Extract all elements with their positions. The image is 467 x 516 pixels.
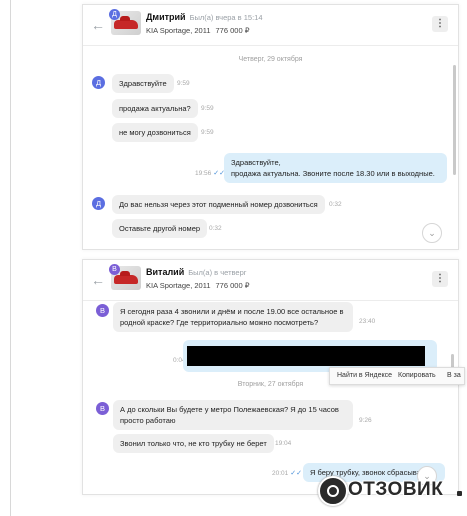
car-price: 776 000 ₽: [215, 281, 250, 290]
kebab-menu-icon[interactable]: ⋮: [432, 16, 448, 32]
user-avatar: Д: [92, 76, 105, 89]
back-arrow-icon[interactable]: ←: [91, 17, 105, 33]
last-seen-status: Был(а) в четверг: [188, 268, 247, 277]
message-time: 9:59: [201, 105, 214, 112]
menu-item-more[interactable]: В за: [447, 372, 463, 379]
message-time: 0:32: [209, 225, 222, 232]
last-seen-status: Был(а) вчера в 15:14: [189, 13, 263, 22]
contact-name[interactable]: Виталий Был(а) в четверг: [146, 267, 246, 277]
car-price: 776 000 ₽: [215, 26, 250, 35]
message-bubble: не могу дозвониться: [112, 123, 198, 142]
message-bubble: А до скольки Вы будете у метро Полежаевс…: [113, 400, 353, 430]
message-bubble: Здравствуйте: [112, 74, 174, 93]
chat-header: ← В Виталий Был(а) в четверг KIA Sportage…: [83, 260, 458, 301]
message-time: 23:40: [359, 318, 376, 325]
message-bubble: Оставьте другой номер: [112, 219, 208, 238]
message-time: 0:32: [329, 201, 342, 208]
user-avatar: В: [109, 264, 120, 275]
message-bubble: Звонил только что, не кто трубку не бере…: [113, 434, 274, 453]
watermark-text: ОТЗОВИК: [348, 479, 444, 500]
chevron-down-icon[interactable]: ⌄: [422, 223, 442, 243]
message-time: 9:26: [359, 417, 372, 424]
message-bubble: продажа актуальна?: [112, 99, 198, 118]
contact-name[interactable]: Дмитрий Был(а) вчера в 15:14: [146, 12, 263, 22]
date-separator: Четверг, 29 октября: [238, 56, 303, 63]
otzovik-watermark: ОТЗОВИК: [318, 476, 464, 506]
menu-item-find-yandex[interactable]: Найти в Яндексе: [337, 372, 392, 379]
chat-panel-dmitry: ← Д Дмитрий Был(а) вчера в 15:14 KIA Spor…: [82, 4, 459, 250]
otzovik-logo-icon: [318, 476, 348, 506]
message-bubble-outgoing: Здравствуйте, продажа актуальна. Звоните…: [224, 153, 447, 183]
double-check-icon: ✓✓: [290, 470, 303, 477]
message-time: 20:01 ✓✓: [272, 470, 303, 477]
user-avatar: Д: [92, 197, 105, 210]
page-left-border: [10, 0, 11, 516]
back-arrow-icon[interactable]: ←: [91, 272, 105, 288]
redacted-message-text: [187, 346, 425, 366]
context-menu: Найти в Яндексе Копировать В за: [329, 367, 465, 385]
menu-item-copy[interactable]: Копировать: [398, 372, 436, 379]
listing-info: KIA Sportage, 2011 776 000 ₽: [146, 281, 249, 290]
message-bubble: До вас нельзя через этот подменный номер…: [112, 195, 325, 214]
car-title: KIA Sportage, 2011: [146, 26, 211, 35]
message-time: 19:04: [275, 440, 292, 447]
listing-info: KIA Sportage, 2011 776 000 ₽: [146, 26, 249, 35]
car-title: KIA Sportage, 2011: [146, 281, 211, 290]
user-avatar: В: [96, 402, 109, 415]
message-bubble: Я сегодня раза 4 звонили и днём и после …: [113, 302, 353, 332]
user-avatar: В: [96, 304, 109, 317]
message-time: 19:56 ✓✓: [195, 170, 226, 177]
chat-header: ← Д Дмитрий Был(а) вчера в 15:14 KIA Spor…: [83, 5, 458, 46]
scrollbar[interactable]: [453, 65, 456, 175]
message-time: 9:59: [177, 80, 190, 87]
user-avatar: Д: [109, 9, 120, 20]
kebab-menu-icon[interactable]: ⋮: [432, 271, 448, 287]
message-time: 9:59: [201, 129, 214, 136]
